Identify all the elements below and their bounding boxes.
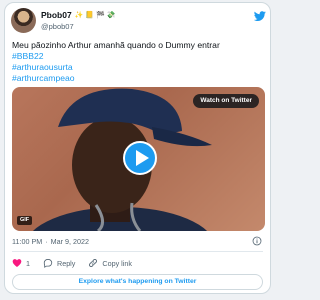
action-bar: 1 Reply Copy link: [12, 257, 132, 269]
tweet-time: 11:00 PM: [12, 237, 43, 246]
play-icon: [136, 150, 149, 166]
author-block[interactable]: Pbob07 ✨ 📒 🏁 💸 @pbob07: [41, 9, 241, 31]
tweet-timestamp[interactable]: 11:00 PM · Mar 9, 2022: [12, 237, 89, 246]
like-button[interactable]: 1: [12, 258, 30, 268]
hashtag-bbb22[interactable]: #BBB22: [12, 51, 267, 62]
reply-label: Reply: [57, 258, 76, 268]
timestamp-separator: ·: [45, 237, 48, 246]
copy-link-button[interactable]: Copy link: [88, 258, 132, 268]
user-handle[interactable]: @pbob07: [41, 22, 241, 31]
tweet-embed-card: Pbob07 ✨ 📒 🏁 💸 @pbob07 Meu pãozinho Arth…: [4, 2, 271, 294]
tweet-header: Pbob07 ✨ 📒 🏁 💸 @pbob07: [11, 8, 266, 34]
link-icon: [89, 259, 98, 267]
play-button[interactable]: [123, 141, 157, 175]
explore-twitter-button[interactable]: Explore what's happening on Twitter: [12, 274, 263, 290]
reply-icon: [43, 259, 53, 268]
name-row: Pbob07 ✨ 📒 🏁 💸: [41, 9, 241, 21]
tweet-text-line: Meu pãozinho Arthur amanhã quando o Dumm…: [12, 40, 220, 50]
hashtag-arthurcampeao[interactable]: #arthurcampeao: [12, 73, 267, 84]
avatar[interactable]: [11, 8, 36, 33]
like-count: 1: [26, 258, 30, 268]
hashtag-arthuraousurta[interactable]: #arthuraousurta: [12, 62, 267, 73]
display-name[interactable]: Pbob07: [41, 10, 72, 20]
heart-icon: [12, 259, 22, 267]
tweet-date: Mar 9, 2022: [50, 237, 89, 246]
name-emojis: ✨ 📒 🏁 💸: [74, 11, 116, 19]
reply-button[interactable]: Reply: [43, 258, 75, 268]
copy-link-label: Copy link: [102, 258, 132, 268]
tweet-text: Meu pãozinho Arthur amanhã quando o Dumm…: [12, 40, 267, 84]
watch-on-twitter-button[interactable]: Watch on Twitter: [193, 94, 259, 108]
media-gif[interactable]: Watch on Twitter GIF: [12, 87, 265, 231]
gif-badge: GIF: [17, 216, 33, 225]
twitter-bird-icon[interactable]: [254, 10, 266, 22]
info-icon[interactable]: [252, 236, 262, 246]
divider: [12, 251, 263, 252]
